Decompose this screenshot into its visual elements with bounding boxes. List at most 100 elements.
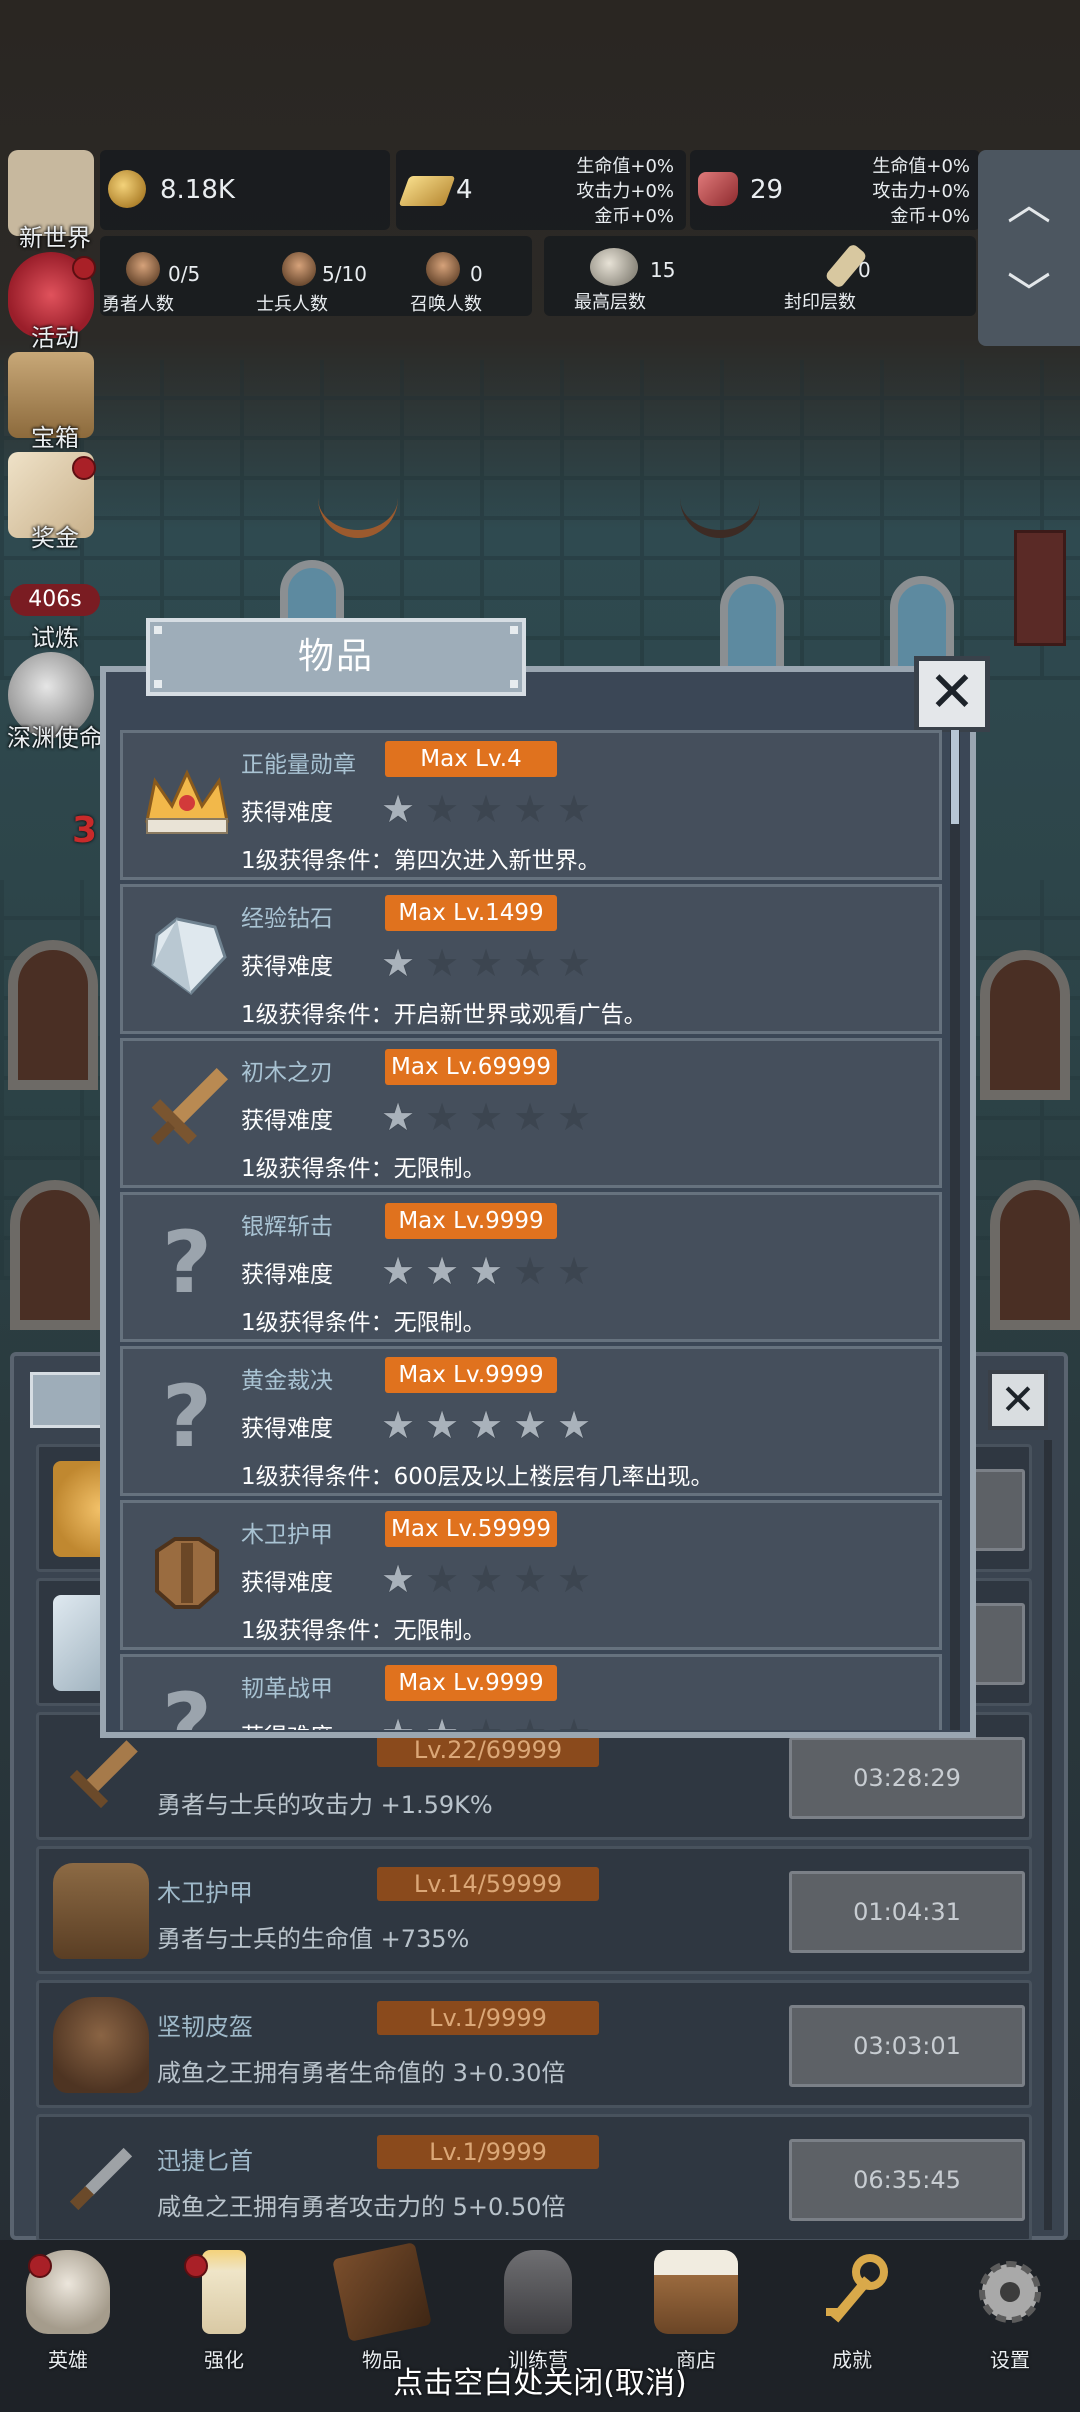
nav-badge <box>28 2254 52 2278</box>
item-name: 迅捷匕首 <box>157 2147 253 2175</box>
star-filled-icon: ★ <box>469 1249 504 1293</box>
soldier-count-value: 5/10 <box>322 262 367 286</box>
summon-count-label: 召唤人数 <box>410 294 482 315</box>
hero-avatar-icon <box>126 252 160 286</box>
list-item[interactable]: ? 黄金裁决 Max Lv.9999 获得难度 ★ ★ ★ ★ ★ 1级获得条件：600… <box>120 1346 942 1496</box>
leather-helmet-icon <box>53 1997 149 2093</box>
list-item[interactable]: 木卫护甲 Max Lv.59999 获得难度 ★ ★ ★ ★ ★ 1级获得条件：无限制。 <box>120 1500 942 1650</box>
list-item[interactable]: 初木之刃 Max Lv.69999 获得难度 ★ ★ ★ ★ ★ 1级获得条件：无限制。 <box>120 1038 942 1188</box>
item-name: 初木之刃 <box>241 1060 333 1086</box>
hero-count-value: 0/5 <box>168 262 201 286</box>
unlock-condition: 1级获得条件：无限制。 <box>241 1618 486 1644</box>
unlock-condition: 1级获得条件：600层及以上楼层有几率出现。 <box>241 1464 714 1490</box>
meat-bonus: 生命值+0% 攻击力+0% 金币+0% <box>872 156 970 227</box>
castle-door <box>980 950 1070 1100</box>
max-level-badge: Max Lv.9999 <box>385 1203 557 1239</box>
modal-scrollbar[interactable] <box>950 730 960 1730</box>
modal-scrollbar-thumb[interactable] <box>951 730 959 824</box>
unlock-condition: 1级获得条件：第四次进入新世界。 <box>241 848 601 874</box>
rivet <box>510 626 518 634</box>
background-scrollbar[interactable] <box>1044 1440 1052 2230</box>
cooldown-timer-button[interactable]: 06:35:45 <box>789 2139 1025 2221</box>
chevron-down-icon[interactable]: ﹀ <box>978 258 1080 322</box>
star-filled-icon: ★ <box>425 1249 460 1293</box>
star-filled-icon: ★ <box>381 941 416 985</box>
diamond-icon <box>137 905 237 1005</box>
item-name: 银辉斩击 <box>241 1214 333 1240</box>
bonus-label[interactable]: 奖金 <box>0 518 110 553</box>
cooldown-timer-button[interactable]: 03:03:01 <box>789 2005 1025 2087</box>
chest-label[interactable]: 宝箱 <box>0 418 110 453</box>
star-empty-icon: ★ <box>469 1095 504 1139</box>
list-item: 迅捷匕首 Lv.1/9999 咸鱼之王拥有勇者攻击力的 5+0.50倍 06:3… <box>36 2114 1032 2242</box>
item-name: 木卫护甲 <box>157 1879 253 1907</box>
wooden-sword-icon <box>53 1729 149 1825</box>
dagger-icon <box>53 2131 149 2227</box>
star-empty-icon: ★ <box>469 787 504 831</box>
max-level-badge: Max Lv.69999 <box>385 1049 557 1085</box>
hero-count-label: 勇者人数 <box>102 294 174 315</box>
rivet <box>154 680 162 688</box>
difficulty-stars: ★★★★★ <box>381 1559 631 1599</box>
beer-mug-icon <box>654 2250 738 2334</box>
difficulty-stars: ★★★★★ <box>381 943 631 983</box>
trial-label[interactable]: 试炼 <box>0 618 110 653</box>
cooldown-timer-button[interactable]: 03:28:29 <box>789 1737 1025 1819</box>
question-mark-icon: ? <box>162 1675 212 1730</box>
new-world-label[interactable]: 新世界 <box>0 218 110 253</box>
list-item[interactable]: 经验钻石 Max Lv.1499 获得难度 ★ ★ ★ ★ ★ 1级获得条件：开启新世界… <box>120 884 942 1034</box>
star-filled-icon: ★ <box>381 1095 416 1139</box>
difficulty-label: 获得难度 <box>241 1416 333 1442</box>
nav-training[interactable]: 训练营 <box>478 2250 598 2372</box>
difficulty-stars: ★★★★★ <box>381 1405 631 1445</box>
star-empty-icon: ★ <box>513 787 548 831</box>
nav-enhance[interactable]: 强化 <box>164 2250 284 2372</box>
list-item[interactable]: 正能量勋章 Max Lv.4 获得难度 ★ ★ ★ ★ ★ 1级获得条件：第四次进入新世… <box>120 730 942 880</box>
nav-settings[interactable]: 设置 <box>950 2250 1070 2372</box>
crown-icon <box>137 751 237 851</box>
level-badge: Lv.1/9999 <box>377 2135 599 2169</box>
star-filled-icon: ★ <box>381 787 416 831</box>
star-empty-icon: ★ <box>513 1557 548 1601</box>
star-filled-icon: ★ <box>425 1403 460 1447</box>
star-empty-icon: ★ <box>425 1557 460 1601</box>
list-item[interactable]: ? 韧革战甲 Max Lv.9999 获得难度 ★ ★ ★ ★ ★ <box>120 1654 942 1730</box>
background-close-button[interactable]: ✕ <box>988 1370 1048 1430</box>
max-level-badge: Max Lv.4 <box>385 741 557 777</box>
modal-title-text: 物品 <box>297 636 374 677</box>
activity-label[interactable]: 活动 <box>0 318 110 353</box>
item-name: 韧革战甲 <box>241 1676 333 1702</box>
tap-to-close-hint[interactable]: 点击空白处关闭(取消) <box>0 2358 1080 2402</box>
star-filled-icon: ★ <box>381 1557 416 1601</box>
difficulty-label: 获得难度 <box>241 1262 333 1288</box>
star-filled-icon: ★ <box>513 1403 548 1447</box>
castle-door <box>10 1180 100 1330</box>
nav-hero[interactable]: 英雄 <box>8 2250 128 2372</box>
chevron-up-icon[interactable]: ︿ <box>978 168 1080 232</box>
abyss-mission-label[interactable]: 深渊使命 <box>0 718 110 753</box>
ingot-value: 4 <box>456 175 473 205</box>
list-item: 坚韧皮盔 Lv.1/9999 咸鱼之王拥有勇者生命值的 3+0.30倍 03:0… <box>36 1980 1032 2108</box>
book-icon <box>332 2242 432 2342</box>
gold-value: 8.18K <box>160 175 235 205</box>
difficulty-stars: ★★★★★ <box>381 1097 631 1137</box>
difficulty-label: 获得难度 <box>241 1570 333 1596</box>
star-empty-icon: ★ <box>513 1249 548 1293</box>
lantern-icon <box>504 2250 572 2334</box>
ingot-bonus: 生命值+0% 攻击力+0% 金币+0% <box>576 156 674 227</box>
nav-achievement[interactable]: 成就 <box>792 2250 912 2372</box>
list-item[interactable]: ? 银辉斩击 Max Lv.9999 获得难度 ★ ★ ★ ★ ★ 1级获得条件：无限制… <box>120 1192 942 1342</box>
nav-items[interactable]: 物品 <box>322 2242 442 2372</box>
cooldown-timer-button[interactable]: 01:04:31 <box>789 1871 1025 1953</box>
close-icon[interactable]: ✕ <box>914 656 990 732</box>
rivet <box>510 680 518 688</box>
question-mark-icon: ? <box>162 1367 212 1467</box>
highest-floor-value: 15 <box>650 258 676 282</box>
unlock-condition: 1级获得条件：无限制。 <box>241 1156 486 1182</box>
nav-shop[interactable]: 商店 <box>636 2250 756 2372</box>
floor-scroll-control: ︿ ﹀ <box>978 150 1080 346</box>
summon-avatar-icon <box>426 252 460 286</box>
item-catalog-list[interactable]: 正能量勋章 Max Lv.4 获得难度 ★ ★ ★ ★ ★ 1级获得条件：第四次进入新世… <box>120 730 942 1730</box>
summon-count-value: 0 <box>470 262 483 286</box>
floating-number: 3 <box>72 810 98 851</box>
